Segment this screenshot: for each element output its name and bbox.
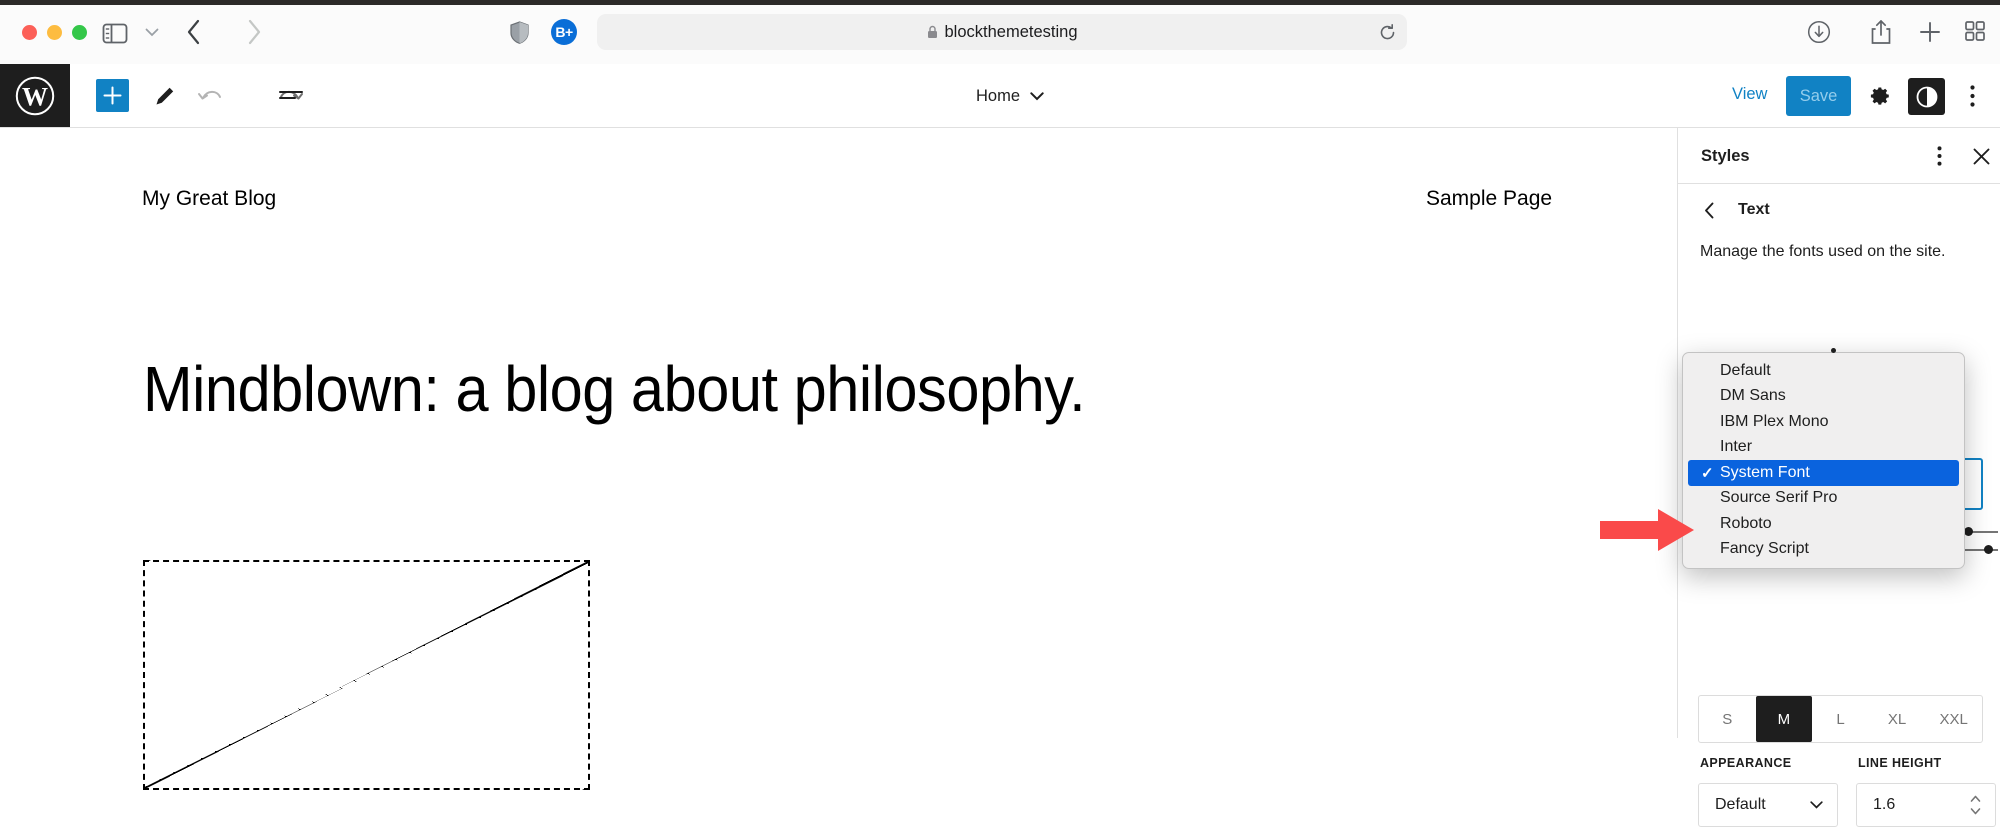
gear-icon[interactable] [1865,80,1897,112]
download-icon[interactable] [1805,18,1833,46]
list-view-icon[interactable] [275,80,307,112]
font-size-selector[interactable]: S M L XL XXL [1698,695,1983,743]
window-controls[interactable] [22,25,87,40]
dropdown-item-label: Fancy Script [1720,540,1809,558]
panel-breadcrumb-nav[interactable]: Text [1698,196,1770,224]
shield-icon[interactable] [505,18,533,46]
view-link[interactable]: View [1732,85,1767,104]
dropdown-item-fancy-script[interactable]: Fancy Script [1683,537,1964,563]
document-title-button[interactable]: Home [970,83,1050,110]
address-bar-content: blockthemetesting [927,23,1078,42]
nav-link-sample-page[interactable]: Sample Page [1426,187,1552,211]
panel-description: Manage the fonts used on the site. [1700,240,1970,263]
close-icon[interactable] [1966,140,1996,172]
address-bar[interactable]: blockthemetesting [597,14,1407,50]
size-option-l[interactable]: L [1812,696,1869,742]
close-window-button[interactable] [22,25,37,40]
appearance-label: APPEARANCE [1700,756,1792,770]
share-icon[interactable] [1868,17,1894,47]
empty-image-block[interactable] [143,560,590,790]
site-title[interactable]: My Great Blog [142,187,276,211]
chevron-left-icon[interactable] [1698,196,1720,224]
svg-text:W: W [22,82,48,111]
dropdown-item-label: IBM Plex Mono [1720,413,1828,431]
dropdown-item-ibm-plex-mono[interactable]: IBM Plex Mono [1683,409,1964,435]
dropdown-item-label: DM Sans [1720,387,1786,405]
three-dots-vertical-icon[interactable] [1957,80,1987,112]
dropdown-anchor-dot [1831,348,1836,353]
stepper-icon[interactable] [1969,794,1981,818]
appearance-select[interactable]: Default [1698,783,1838,827]
wordpress-logo[interactable]: W [0,64,70,127]
dropdown-item-label: Roboto [1720,515,1772,533]
red-arrow-pointing-right-icon [1600,508,1695,552]
checkmark-icon: ✓ [1701,464,1714,482]
dropdown-item-roboto[interactable]: Roboto [1683,511,1964,537]
lock-icon [927,25,938,39]
minimize-window-button[interactable] [47,25,62,40]
save-button[interactable]: Save [1786,76,1851,116]
font-family-dropdown-menu[interactable]: Default DM Sans IBM Plex Mono Inter ✓ Sy… [1682,352,1965,569]
dropdown-item-label: Default [1720,362,1771,380]
size-option-s[interactable]: S [1699,696,1756,742]
add-block-button[interactable] [96,79,129,112]
dropdown-item-label: System Font [1720,464,1810,482]
reload-icon[interactable] [1375,20,1399,44]
dropdown-item-default[interactable]: Default [1683,358,1964,384]
dropdown-item-system-font[interactable]: ✓ System Font [1688,460,1959,486]
size-option-xxl[interactable]: XXL [1925,696,1982,742]
undo-icon[interactable] [194,80,226,112]
line-height-value: 1.6 [1873,796,1895,814]
editor-toolbar: W Home [0,64,2000,128]
plus-icon[interactable] [1917,18,1943,46]
appearance-value: Default [1715,796,1766,814]
dropdown-item-inter[interactable]: Inter [1683,435,1964,461]
document-title-label: Home [976,87,1020,106]
edit-pencil-icon[interactable] [149,80,181,112]
three-dots-vertical-icon[interactable] [1924,140,1954,172]
styles-contrast-icon[interactable] [1908,78,1945,115]
chevron-down-icon[interactable] [142,22,162,42]
extension-badge-label: B+ [551,19,577,45]
panel-breadcrumb-label: Text [1738,201,1770,219]
chevron-down-icon [1807,796,1825,814]
back-button[interactable] [180,18,208,46]
sidebar-toggle-icon[interactable] [100,20,130,46]
size-option-m[interactable]: M [1756,696,1813,742]
grid-icon[interactable] [1963,19,1987,43]
chevron-down-icon [1030,87,1044,106]
line-height-input[interactable]: 1.6 [1856,783,1996,827]
extension-badge-icon[interactable]: B+ [550,18,578,46]
post-heading[interactable]: Mindblown: a blog about philosophy. [143,352,1085,426]
maximize-window-button[interactable] [72,25,87,40]
size-option-xl[interactable]: XL [1869,696,1926,742]
panel-title: Styles [1701,147,1750,166]
dropdown-item-label: Inter [1720,438,1752,456]
dropdown-item-source-serif-pro[interactable]: Source Serif Pro [1683,486,1964,512]
forward-button[interactable] [240,18,268,46]
browser-chrome: B+ blockthemetesting [0,0,2000,64]
styles-panel-header: Styles [1678,128,2000,184]
line-height-label: LINE HEIGHT [1858,756,1942,770]
dropdown-item-dm-sans[interactable]: DM Sans [1683,384,1964,410]
dropdown-item-label: Source Serif Pro [1720,489,1837,507]
url-text: blockthemetesting [945,23,1078,42]
